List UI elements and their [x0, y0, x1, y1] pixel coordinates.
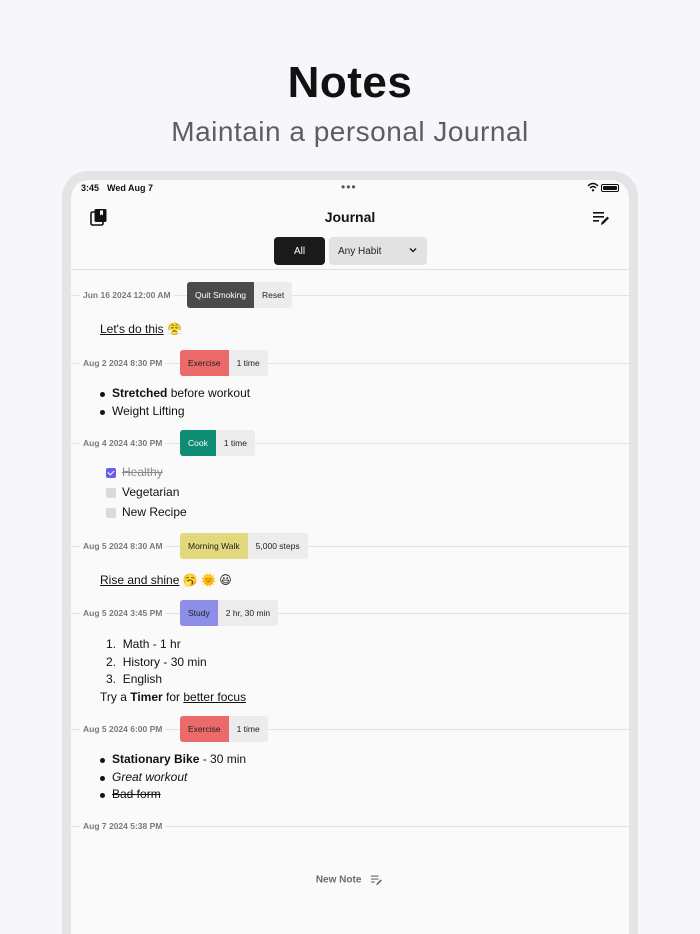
entry-date: Aug 5 2024 8:30 AM	[80, 541, 166, 551]
habit-badge[interactable]: Exercise 1 time	[180, 716, 268, 742]
checkbox-checked[interactable]	[106, 468, 116, 478]
entry-header[interactable]: Jun 16 2024 12:00 AM Quit Smoking Reset	[71, 282, 629, 308]
wifi-icon	[587, 182, 599, 192]
multitask-dots-icon[interactable]: •••	[341, 180, 357, 194]
habit-count: 1 time	[215, 430, 255, 456]
checklist-label: New Recipe	[122, 505, 187, 519]
new-note-button[interactable]: New Note	[71, 874, 629, 886]
note-text: Try a Timer for better focus	[100, 690, 247, 704]
chevron-down-icon	[409, 247, 417, 253]
page-title: Journal	[324, 209, 376, 225]
entry-date: Aug 5 2024 6:00 PM	[80, 724, 166, 734]
compose-icon	[371, 875, 383, 886]
status-bar: 3:45 Wed Aug 7 •••	[71, 180, 629, 196]
habit-badge[interactable]: Morning Walk 5,000 steps	[180, 533, 308, 559]
list-item: Bad form	[100, 787, 161, 801]
entry-header[interactable]: Aug 4 2024 4:30 PM Cook 1 time	[71, 430, 629, 456]
tablet-frame: 3:45 Wed Aug 7 ••• Journal All Any Habit…	[62, 171, 638, 934]
habit-name: Exercise	[180, 716, 229, 742]
habit-filter-value: Any Habit	[338, 245, 382, 257]
hero-subtitle: Maintain a personal Journal	[171, 116, 529, 147]
habit-badge[interactable]: Exercise 1 time	[180, 350, 268, 376]
habit-badge[interactable]: Cook 1 time	[180, 430, 255, 456]
habit-filter-select[interactable]: Any Habit	[329, 237, 427, 265]
habit-count: 5,000 steps	[247, 533, 308, 559]
checkbox[interactable]	[106, 488, 116, 498]
note-text: Let's do this 😤	[100, 322, 182, 336]
entry-header[interactable]: Aug 5 2024 3:45 PM Study 2 hr, 30 min	[71, 600, 629, 626]
compose-icon[interactable]	[592, 209, 610, 227]
habit-name: Cook	[180, 430, 216, 456]
list-item: 2. History - 30 min	[106, 655, 207, 669]
divider	[71, 269, 629, 270]
habit-badge[interactable]: Quit Smoking Reset	[187, 282, 293, 308]
status-time: 3:45	[81, 183, 100, 193]
habit-name: Morning Walk	[180, 533, 248, 559]
status-date: Wed Aug 7	[107, 183, 154, 193]
nav-bar: Journal	[71, 202, 629, 232]
emoji: 🥱 🌞 😃	[182, 573, 232, 587]
list-item: 1. Math - 1 hr	[106, 637, 181, 651]
entry-date: Aug 7 2024 5:38 PM	[80, 821, 166, 831]
habit-count: Reset	[254, 282, 293, 308]
habit-count: 1 time	[228, 350, 268, 376]
habit-count: 1 time	[228, 716, 268, 742]
entry-date: Aug 5 2024 3:45 PM	[80, 608, 166, 618]
emoji: 😤	[167, 322, 182, 336]
entry-header[interactable]: Aug 5 2024 8:30 AM Morning Walk 5,000 st…	[71, 533, 629, 559]
habit-badge[interactable]: Study 2 hr, 30 min	[180, 600, 279, 626]
hero-title: Notes	[287, 58, 413, 107]
habit-name: Quit Smoking	[187, 282, 255, 308]
filter-all-button[interactable]: All	[274, 237, 325, 265]
list-item: 3. English	[106, 672, 163, 686]
checkbox[interactable]	[106, 508, 116, 518]
list-item: Stationary Bike - 30 min	[99, 752, 247, 766]
app-screen: 3:45 Wed Aug 7 ••• Journal All Any Habit…	[71, 180, 629, 934]
new-note-label: New Note	[315, 874, 362, 886]
checklist-label: Vegetarian	[122, 485, 180, 499]
entry-header[interactable]: Aug 7 2024 5:38 PM	[71, 813, 629, 839]
entry-header[interactable]: Aug 5 2024 6:00 PM Exercise 1 time	[71, 716, 629, 742]
list-item: Great workout	[99, 770, 188, 784]
battery-icon	[601, 184, 619, 192]
habit-name: Study	[180, 600, 218, 626]
habit-count: 2 hr, 30 min	[217, 600, 279, 626]
note-link[interactable]: better focus	[183, 690, 246, 704]
entry-header[interactable]: Aug 2 2024 8:30 PM Exercise 1 time	[71, 350, 629, 376]
entry-date: Jun 16 2024 12:00 AM	[80, 290, 174, 300]
checklist-label: Healthy	[122, 465, 163, 479]
entry-date: Aug 4 2024 4:30 PM	[80, 438, 166, 448]
entry-date: Aug 2 2024 8:30 PM	[80, 358, 166, 368]
habit-name: Exercise	[180, 350, 229, 376]
note-text: Rise and shine 🥱 🌞 😃	[100, 573, 232, 587]
list-item: Weight Lifting	[100, 404, 185, 418]
list-item: Stretched before workout	[99, 386, 251, 400]
